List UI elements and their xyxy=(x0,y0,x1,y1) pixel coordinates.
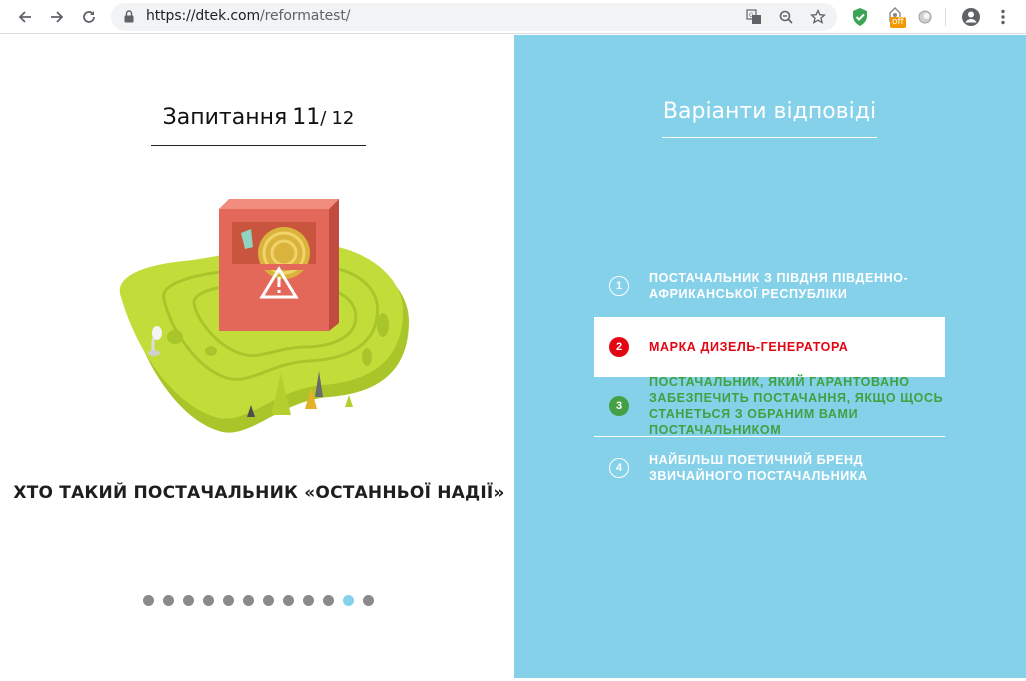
progress-dot[interactable] xyxy=(323,595,334,606)
shield-extension-icon[interactable] xyxy=(849,6,871,28)
browser-toolbar: https://dtek.com/reformatest/ G off xyxy=(0,0,1026,34)
option-number-badge: 1 xyxy=(609,276,629,296)
menu-icon[interactable] xyxy=(992,6,1014,28)
account-icon[interactable] xyxy=(960,6,982,28)
back-icon[interactable] xyxy=(13,5,37,29)
lamp xyxy=(152,326,162,340)
svg-text:G: G xyxy=(749,12,754,19)
progress-dot[interactable] xyxy=(283,595,294,606)
answer-option-2-selected-wrong[interactable]: 2 МАРКА ДИЗЕЛЬ-ГЕНЕРАТОРА xyxy=(594,317,945,377)
answers-panel: Варіанти відповіді 1 ПОСТАЧАЛЬНИК З ПІВД… xyxy=(514,35,1026,678)
ext-badge: off xyxy=(890,17,906,28)
translate-icon[interactable]: G xyxy=(744,7,764,27)
answer-option-3-correct[interactable]: 3 ПОСТАЧАЛЬНИК, ЯКИЙ ГАРАНТОВАНО ЗАБЕЗПЕ… xyxy=(594,375,945,437)
progress-dot[interactable] xyxy=(303,595,314,606)
option-label: МАРКА ДИЗЕЛЬ-ГЕНЕРАТОРА xyxy=(649,340,849,354)
answer-option-1[interactable]: 1 ПОСТАЧАЛЬНИК З ПІВДНЯ ПІВДЕННО-АФРИКАН… xyxy=(594,271,945,301)
zoom-icon[interactable] xyxy=(776,7,796,27)
progress-dot-active[interactable] xyxy=(343,595,354,606)
option-label: ПОСТАЧАЛЬНИК З ПІВДНЯ ПІВДЕННО-АФРИКАНСЬ… xyxy=(649,271,909,301)
circle-extension-icon[interactable] xyxy=(914,6,936,28)
question-counter: Запитання 11/ 12 xyxy=(151,105,366,146)
toolbar-divider xyxy=(945,8,946,26)
progress-dot[interactable] xyxy=(183,595,194,606)
progress-dot[interactable] xyxy=(263,595,274,606)
progress-dot[interactable] xyxy=(243,595,254,606)
answers-title: Варіанти відповіді xyxy=(662,99,877,138)
option-number-badge: 4 xyxy=(609,458,629,478)
progress-dot[interactable] xyxy=(203,595,214,606)
answer-option-4[interactable]: 4 НАЙБІЛЬШ ПОЕТИЧНИЙ БРЕНД ЗВИЧАЙНОГО ПО… xyxy=(594,451,945,485)
question-text: ХТО ТАКИЙ ПОСТАЧАЛЬНИК «ОСТАННЬОЇ НАДІЇ» xyxy=(13,483,505,503)
bush xyxy=(205,346,217,356)
question-counter-separator: / xyxy=(320,108,327,129)
extension-icon[interactable]: off xyxy=(884,4,908,32)
progress-dot[interactable] xyxy=(223,595,234,606)
lock-icon xyxy=(124,10,134,23)
option-label: НАЙБІЛЬШ ПОЕТИЧНИЙ БРЕНД ЗВИЧАЙНОГО ПОСТ… xyxy=(649,453,868,483)
option-number-badge: 2 xyxy=(609,337,629,357)
forward-icon[interactable] xyxy=(45,5,69,29)
bush xyxy=(377,313,389,337)
bush xyxy=(362,348,372,366)
progress-dot[interactable] xyxy=(143,595,154,606)
bush xyxy=(167,330,183,344)
fire-hose-island-illustration xyxy=(119,199,409,433)
question-counter-label: Запитання xyxy=(162,105,288,130)
progress-dot[interactable] xyxy=(163,595,174,606)
progress-dot[interactable] xyxy=(363,595,374,606)
tree xyxy=(345,395,353,407)
question-panel: Запитання 11/ 12 ХТО ТАКИЙ ПОСТАЧАЛЬНИК … xyxy=(4,35,514,678)
option-label: ПОСТАЧАЛЬНИК, ЯКИЙ ГАРАНТОВАНО ЗАБЕЗПЕЧИ… xyxy=(649,374,944,437)
star-icon[interactable] xyxy=(808,7,828,27)
question-total-number: 12 xyxy=(331,108,355,129)
reload-icon[interactable] xyxy=(77,5,101,29)
question-current-number: 11 xyxy=(292,105,321,130)
progress-dots xyxy=(143,595,374,607)
url-text[interactable]: https://dtek.com/reformatest/ xyxy=(146,8,350,24)
option-number-badge: 3 xyxy=(609,396,629,416)
quiz-page: Запитання 11/ 12 ХТО ТАКИЙ ПОСТАЧАЛЬНИК … xyxy=(4,35,1026,678)
